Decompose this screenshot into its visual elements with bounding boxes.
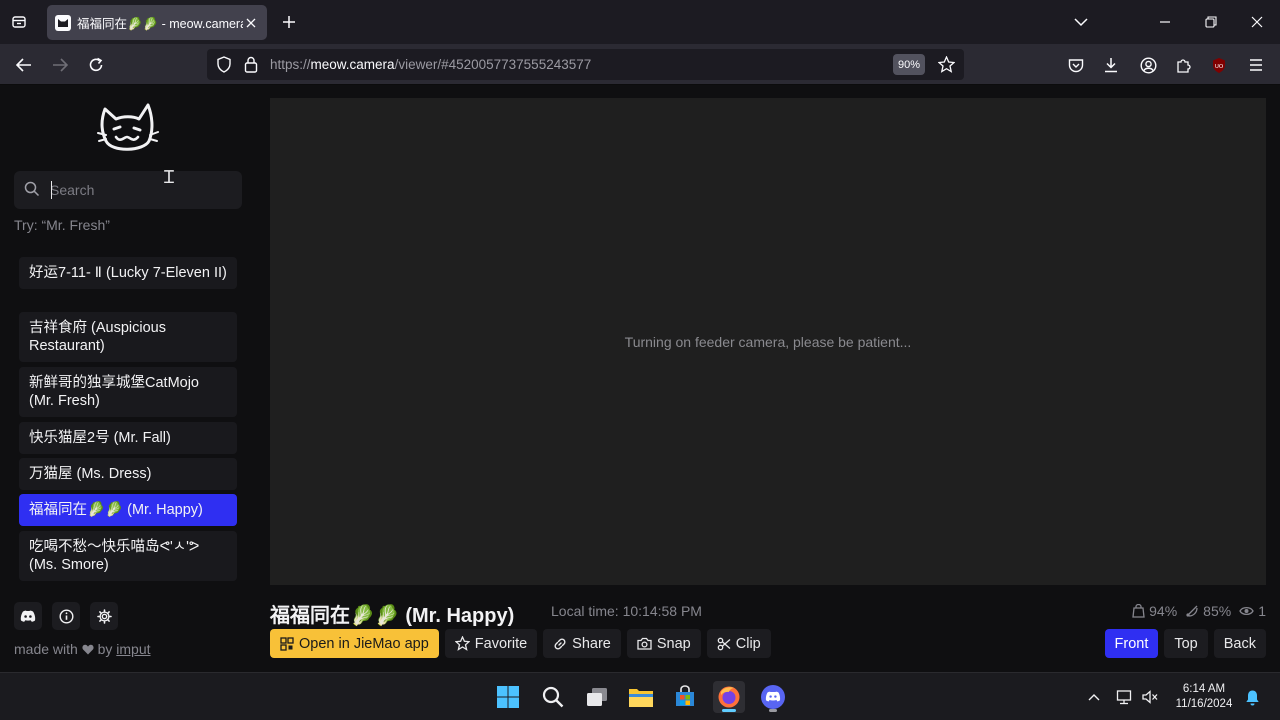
- new-tab-icon[interactable]: [279, 12, 299, 32]
- scissors-icon: [717, 637, 731, 650]
- show-hidden-icons-chevron-icon[interactable]: [1084, 687, 1104, 707]
- made-with-credit: made with by imput: [14, 641, 151, 657]
- share-button[interactable]: Share: [543, 629, 621, 658]
- list-item[interactable]: 吉祥食府 (Auspicious Restaurant): [19, 312, 237, 362]
- list-item[interactable]: 万猫屋 (Ms. Dress): [19, 458, 237, 490]
- bookmark-star-icon[interactable]: [938, 56, 955, 73]
- camera-video-player[interactable]: Turning on feeder camera, please be pati…: [270, 98, 1266, 585]
- author-link[interactable]: imput: [116, 641, 150, 657]
- browser-nav-bar: https://meow.camera/viewer/#452005773755…: [0, 44, 1280, 85]
- list-item-active[interactable]: 福福同在🥬🥬 (Mr. Happy): [19, 494, 237, 526]
- top-view-button[interactable]: Top: [1164, 629, 1208, 658]
- back-arrow-icon[interactable]: [12, 53, 36, 77]
- camera-icon: [637, 637, 652, 650]
- camera-view-switcher: Front Top Back: [1104, 629, 1266, 658]
- clock-time: 6:14 AM: [1182, 683, 1226, 695]
- star-icon: [454, 636, 470, 651]
- search-icon: [24, 181, 40, 197]
- search-box[interactable]: [14, 171, 242, 209]
- file-explorer-icon[interactable]: [625, 681, 657, 713]
- account-icon[interactable]: [1136, 53, 1160, 77]
- url-bar[interactable]: https://meow.camera/viewer/#452005773755…: [207, 49, 964, 80]
- volume-muted-icon[interactable]: [1140, 687, 1160, 707]
- signal-icon: [1186, 605, 1198, 617]
- eye-icon: [1239, 606, 1254, 616]
- viewer-count: 1: [1258, 603, 1266, 619]
- close-tab-icon[interactable]: [243, 15, 259, 31]
- shield-icon[interactable]: [216, 56, 232, 73]
- firefox-icon[interactable]: [713, 681, 745, 713]
- tab-overflow-chevron-icon[interactable]: [1058, 0, 1104, 44]
- clip-button[interactable]: Clip: [706, 629, 771, 658]
- camera-actions: Open in JieMao app Favorite Share Snap C…: [270, 629, 771, 658]
- lock-icon[interactable]: [244, 56, 258, 73]
- browser-tab[interactable]: 福福同在🥬🥬 - meow.camera: [47, 5, 267, 40]
- signal-level: 85%: [1203, 603, 1232, 619]
- food-bag-icon: [1132, 604, 1145, 618]
- close-window-icon[interactable]: [1234, 0, 1280, 44]
- qr-code-icon: [280, 636, 294, 651]
- browser-tab-strip: 福福同在🥬🥬 - meow.camera: [0, 0, 1280, 44]
- search-input[interactable]: [50, 171, 230, 209]
- info-icon[interactable]: [52, 602, 80, 630]
- svg-text:UO: UO: [1215, 64, 1224, 70]
- camera-stats: 94% 85% 1: [1132, 603, 1266, 619]
- favorite-button[interactable]: Favorite: [444, 629, 538, 658]
- pocket-icon[interactable]: [1064, 53, 1088, 77]
- app-menu-icon[interactable]: [1244, 53, 1268, 77]
- list-item[interactable]: 新鲜哥的独享城堡CatMojo (Mr. Fresh): [19, 367, 237, 417]
- notification-bell-icon[interactable]: [1242, 687, 1262, 707]
- forward-arrow-icon[interactable]: [48, 53, 72, 77]
- link-icon: [554, 637, 566, 650]
- snap-button[interactable]: Snap: [626, 629, 701, 658]
- meow-camera-page: Ɪ Try: “Mr. Fresh” 好运7-11- Ⅱ (Lucky 7-El…: [0, 85, 1280, 672]
- tab-list-icon[interactable]: [8, 11, 30, 33]
- windows-start-icon[interactable]: [492, 681, 524, 713]
- windows-taskbar: 6:14 AM 11/16/2024: [0, 672, 1280, 720]
- cat-favicon-icon: [55, 14, 71, 31]
- front-view-button[interactable]: Front: [1104, 629, 1159, 658]
- restore-icon[interactable]: [1188, 0, 1234, 44]
- search-hint: Try: “Mr. Fresh”: [14, 217, 110, 233]
- url-text: https://meow.camera/viewer/#452005773755…: [270, 57, 592, 72]
- extensions-puzzle-icon[interactable]: [1172, 53, 1196, 77]
- discord-icon[interactable]: [14, 602, 42, 630]
- text-caret: [51, 181, 52, 199]
- settings-gear-icon[interactable]: [90, 602, 118, 630]
- list-item[interactable]: 好运7-11- Ⅱ (Lucky 7-Eleven II): [19, 257, 237, 289]
- downloads-icon[interactable]: [1099, 53, 1123, 77]
- network-icon[interactable]: [1115, 687, 1135, 707]
- heart-icon: [82, 644, 94, 655]
- task-view-icon[interactable]: [581, 681, 613, 713]
- zoom-level-badge[interactable]: 90%: [893, 54, 925, 75]
- meow-camera-logo-icon[interactable]: [96, 99, 160, 159]
- minimize-icon[interactable]: [1142, 0, 1188, 44]
- discord-taskbar-icon[interactable]: [757, 681, 789, 713]
- food-level: 94%: [1149, 603, 1178, 619]
- camera-title: 福福同在🥬🥬 (Mr. Happy): [270, 605, 515, 627]
- sidebar: Ɪ Try: “Mr. Fresh” 好运7-11- Ⅱ (Lucky 7-El…: [0, 85, 256, 672]
- reload-icon[interactable]: [84, 53, 108, 77]
- list-item[interactable]: 快乐猫屋2号 (Mr. Fall): [19, 422, 237, 454]
- taskbar-search-icon[interactable]: [537, 681, 569, 713]
- microsoft-store-icon[interactable]: [669, 681, 701, 713]
- list-item[interactable]: 吃喝不愁～快乐喵岛ᕙ'ㅅ'ᕗ (Ms. Smore): [19, 531, 237, 581]
- back-view-button[interactable]: Back: [1213, 629, 1266, 658]
- camera-status-text: Turning on feeder camera, please be pati…: [624, 334, 912, 350]
- local-time: Local time: 10:14:58 PM: [551, 603, 702, 619]
- active-app-indicator: [722, 709, 736, 712]
- ublock-icon[interactable]: UO: [1207, 53, 1231, 77]
- camera-list[interactable]: 好运7-11- Ⅱ (Lucky 7-Eleven II) 吉祥食府 (Ausp…: [18, 243, 238, 587]
- running-app-indicator: [769, 709, 777, 712]
- clock-date: 11/16/2024: [1175, 698, 1233, 710]
- tab-title: 福福同在🥬🥬 - meow.camera: [77, 17, 243, 31]
- text-select-cursor-icon: Ɪ: [164, 167, 175, 188]
- taskbar-clock[interactable]: 6:14 AM 11/16/2024: [1168, 682, 1240, 712]
- open-in-app-button[interactable]: Open in JieMao app: [270, 629, 439, 658]
